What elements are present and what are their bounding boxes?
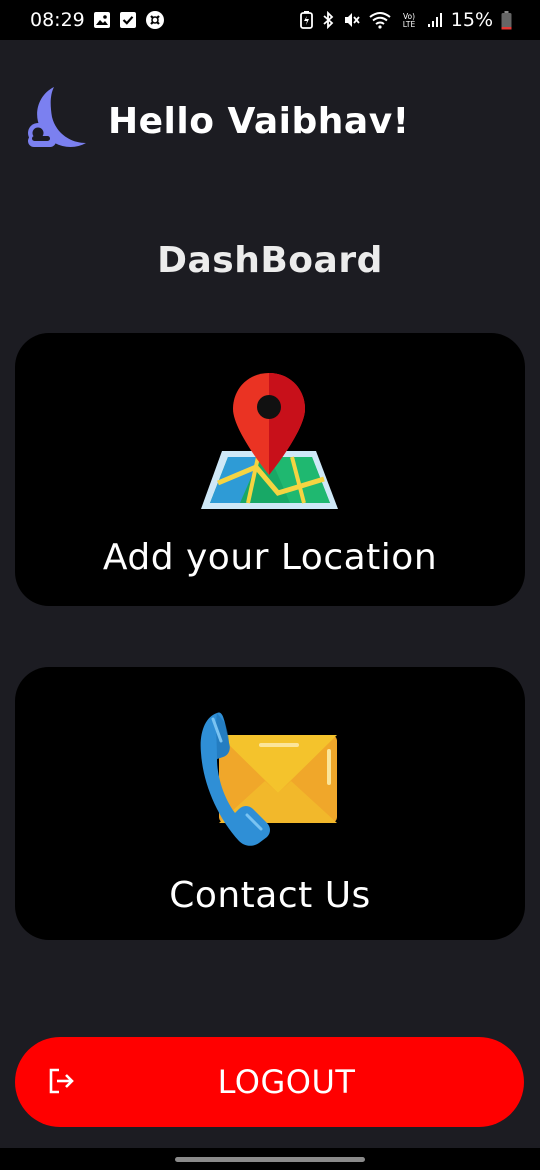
svg-text:LTE: LTE	[403, 20, 416, 29]
home-gesture-handle[interactable]	[175, 1157, 365, 1162]
status-bar-left: 08:29	[30, 9, 165, 31]
volte-icon: Vo) LTE	[399, 11, 419, 29]
add-location-card[interactable]: Add your Location	[15, 333, 525, 606]
page-title: DashBoard	[157, 240, 383, 281]
status-time: 08:29	[30, 9, 85, 31]
signal-icon	[427, 12, 443, 28]
gallery-icon	[93, 11, 111, 29]
wifi-icon	[369, 11, 391, 29]
moon-cloud-icon	[24, 85, 88, 157]
phone-mail-icon	[199, 707, 341, 849]
contact-us-label: Contact Us	[169, 875, 371, 916]
header: Hello Vaibhav!	[24, 86, 410, 156]
add-location-label: Add your Location	[102, 537, 438, 578]
map-pin-icon	[200, 371, 340, 513]
logout-button[interactable]: LOGOUT	[15, 1037, 524, 1127]
battery-icon	[501, 10, 512, 30]
app-notification-icon	[145, 10, 165, 30]
logout-icon	[47, 1067, 75, 1099]
check-icon	[119, 11, 137, 29]
contact-us-card[interactable]: Contact Us	[15, 667, 525, 940]
mute-icon	[343, 11, 361, 29]
greeting-text: Hello Vaibhav!	[108, 100, 410, 142]
battery-percent: 15%	[450, 9, 493, 31]
navigation-bar	[0, 1148, 540, 1170]
bluetooth-icon	[321, 11, 335, 29]
battery-saver-icon	[299, 11, 313, 29]
status-bar: 08:29 Vo) LTE 15%	[0, 0, 540, 40]
status-bar-right: Vo) LTE 15%	[299, 9, 512, 31]
logout-label: LOGOUT	[217, 1063, 356, 1101]
